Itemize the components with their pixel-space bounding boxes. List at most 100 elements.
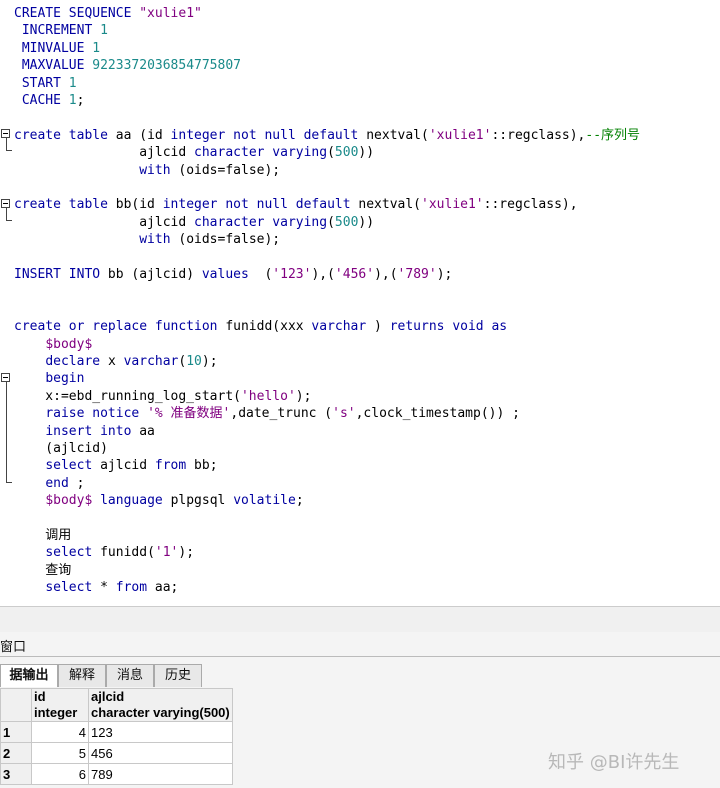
- code-line[interactable]: $body$: [14, 336, 92, 353]
- code-token: 500: [334, 145, 359, 161]
- code-line[interactable]: with (oids=false);: [14, 231, 280, 248]
- code-line[interactable]: insert into aa: [14, 423, 155, 440]
- code-token: from: [115, 580, 155, 596]
- code-line[interactable]: raise notice '% 准备数据',date_trunc ('s',cl…: [14, 405, 520, 422]
- code-token: ajlcid: [139, 214, 195, 230]
- column-type: integer: [34, 705, 78, 720]
- code-token: );: [436, 267, 453, 282]
- cell-ajlcid[interactable]: 456: [88, 742, 233, 764]
- code-line[interactable]: select funidd('1');: [14, 544, 194, 561]
- cell-ajlcid[interactable]: 789: [88, 763, 233, 785]
- code-line[interactable]: MINVALUE 1: [14, 40, 100, 57]
- code-line[interactable]: end ;: [14, 475, 84, 492]
- fold-toggle-icon[interactable]: [1, 199, 10, 208]
- code-line[interactable]: CACHE 1;: [14, 92, 85, 109]
- code-token: integer not null default: [170, 127, 367, 143]
- table-row[interactable]: 1 4 123: [0, 721, 233, 743]
- fold-end-mark: [6, 150, 12, 151]
- code-token: raise notice: [45, 406, 148, 422]
- code-token: x:=ebd_running_log_start(: [14, 388, 241, 404]
- code-token: from: [154, 458, 195, 474]
- code-line[interactable]: START 1: [14, 75, 77, 92]
- code-token: (: [327, 145, 335, 161]
- code-token: START: [14, 75, 69, 91]
- code-token: ,clock_timestamp()) ;: [355, 406, 520, 422]
- tab-explain[interactable]: 解释: [58, 664, 106, 687]
- code-token: begin: [45, 371, 85, 387]
- code-token: character varying: [194, 145, 328, 161]
- tab-messages[interactable]: 消息: [106, 664, 154, 687]
- code-token: $body$: [45, 493, 101, 509]
- code-token: language: [100, 493, 171, 509]
- code-line[interactable]: $body$ language plpgsql volatile;: [14, 492, 304, 509]
- code-line[interactable]: INCREMENT 1: [14, 22, 108, 39]
- tab-history[interactable]: 历史: [154, 664, 202, 687]
- tab-data-output[interactable]: 据输出: [0, 664, 58, 687]
- watermark: 知乎 @BI许先生: [548, 752, 680, 773]
- code-token: ;: [295, 493, 304, 509]
- row-number-header: [0, 688, 32, 722]
- code-line[interactable]: ajlcid character varying(500)): [14, 214, 374, 231]
- code-line[interactable]: declare x varchar(10);: [14, 353, 218, 370]
- code-token: );: [201, 354, 218, 369]
- code-token: 'hello': [240, 388, 296, 404]
- code-token: (: [327, 214, 335, 230]
- code-token: ajlcid: [100, 458, 155, 474]
- table-row[interactable]: 3 6 789: [0, 763, 233, 785]
- column-name: id: [34, 689, 46, 704]
- code-line[interactable]: INSERT INTO bb (ajlcid) values ('123'),(…: [14, 266, 452, 283]
- code-line[interactable]: (ajlcid): [14, 440, 108, 457]
- code-token: (: [139, 127, 148, 143]
- code-line[interactable]: MAXVALUE 9223372036854775807: [14, 57, 241, 74]
- fold-end-mark: [6, 482, 12, 483]
- cell-ajlcid[interactable]: 123: [88, 721, 233, 743]
- code-token: select: [45, 580, 101, 596]
- column-header-ajlcid[interactable]: ajlcid character varying(500): [88, 688, 233, 722]
- code-line[interactable]: with (oids=false);: [14, 162, 280, 179]
- code-token: nextval(: [358, 197, 422, 213]
- cell-id[interactable]: 5: [31, 742, 89, 764]
- code-token: '1': [154, 545, 179, 561]
- code-token: ),(: [374, 267, 398, 282]
- code-token: )): [358, 145, 375, 161]
- code-token: ,date_trunc (: [230, 406, 333, 422]
- code-line[interactable]: select * from aa;: [14, 579, 178, 596]
- code-token: funidd(xxx: [225, 319, 312, 335]
- result-grid[interactable]: id integer ajlcid character varying(500)…: [0, 688, 258, 785]
- code-line[interactable]: ajlcid character varying(500)): [14, 144, 374, 161]
- fold-toggle-icon[interactable]: [1, 129, 10, 138]
- code-line[interactable]: select ajlcid from bb;: [14, 457, 217, 474]
- sql-editor[interactable]: CREATE SEQUENCE "xulie1" INCREMENT 1 MIN…: [0, 0, 720, 606]
- code-token: ::regclass),: [491, 127, 586, 143]
- code-line[interactable]: create or replace function funidd(xxx va…: [14, 318, 507, 335]
- code-line[interactable]: 调用: [14, 527, 71, 544]
- column-header-id[interactable]: id integer: [31, 688, 89, 722]
- fold-toggle-icon[interactable]: [1, 373, 10, 382]
- code-token: $body$: [45, 336, 93, 352]
- code-line[interactable]: 查询: [14, 562, 71, 579]
- code-line[interactable]: CREATE SEQUENCE "xulie1": [14, 5, 202, 22]
- table-row[interactable]: 2 5 456: [0, 742, 233, 764]
- code-token: aa: [115, 127, 140, 143]
- code-token: '789': [397, 267, 437, 282]
- cell-id[interactable]: 6: [31, 763, 89, 785]
- code-token: select: [45, 545, 101, 561]
- code-line[interactable]: x:=ebd_running_log_start('hello');: [14, 388, 311, 405]
- code-token: ajlcid: [139, 145, 195, 161]
- editor-horizontal-scrollbar[interactable]: [0, 606, 720, 633]
- cell-id[interactable]: 4: [31, 721, 89, 743]
- code-line[interactable]: create table bb(id integer not null defa…: [14, 196, 578, 213]
- code-token: '% 准备数据': [147, 406, 231, 422]
- code-line[interactable]: begin: [14, 370, 84, 387]
- code-line[interactable]: create table aa (id integer not null def…: [14, 127, 640, 144]
- code-token: 1: [68, 75, 77, 91]
- code-token: returns void as: [389, 319, 508, 335]
